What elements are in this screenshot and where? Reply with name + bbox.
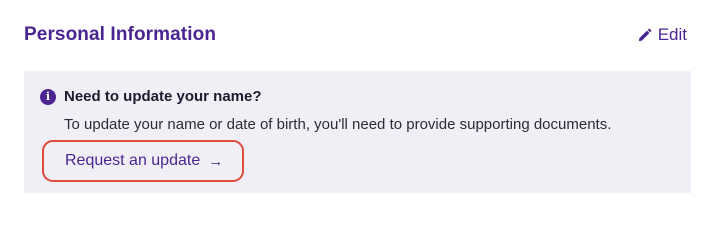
section-header: Personal Information Edit	[24, 22, 690, 50]
request-update-link[interactable]: Request an update →	[42, 140, 244, 182]
section-title: Personal Information	[24, 24, 217, 45]
info-icon: i	[40, 89, 56, 105]
request-update-label: Request an update	[65, 152, 201, 169]
notice-body: To update your name or date of birth, yo…	[64, 116, 612, 133]
edit-label: Edit	[657, 25, 687, 44]
name-update-notice: i Need to update your name? To update yo…	[24, 71, 691, 193]
pencil-icon	[637, 28, 652, 43]
notice-heading: Need to update your name?	[64, 88, 262, 105]
arrow-right-icon: →	[208, 152, 224, 170]
edit-button[interactable]: Edit	[637, 22, 687, 48]
notice-title-row: i Need to update your name?	[40, 87, 262, 107]
